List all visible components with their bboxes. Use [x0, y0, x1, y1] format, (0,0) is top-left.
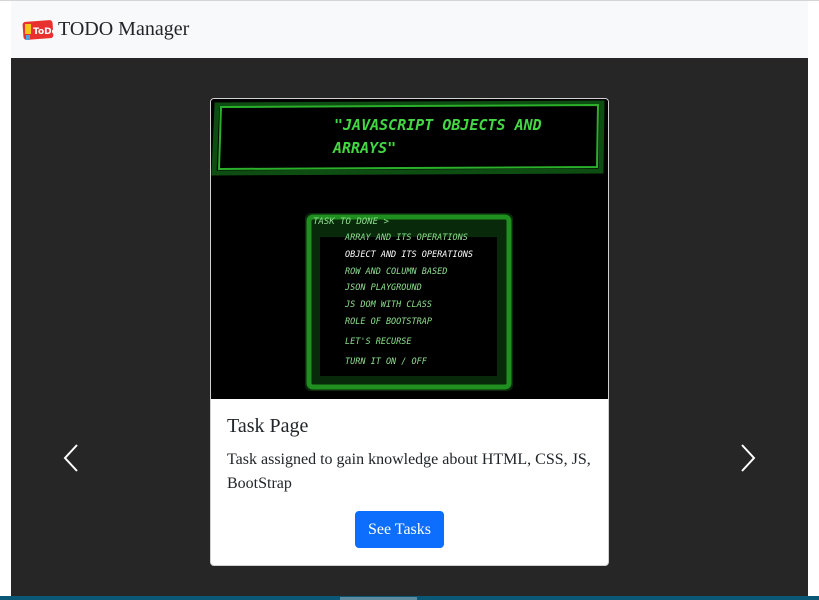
- carousel: "JAVASCRIPT OBJECTS AND ARRAYS" TASK TO …: [11, 58, 808, 600]
- image-menu-item: ROLE OF BOOTSTRAP: [345, 317, 432, 327]
- image-heading-line2: ARRAYS": [332, 139, 396, 157]
- card-title: Task Page: [227, 415, 309, 437]
- card-text: Task assigned to gain knowledge about HT…: [227, 451, 591, 492]
- task-card: "JAVASCRIPT OBJECTS AND ARRAYS" TASK TO …: [210, 98, 609, 566]
- navbar-brand[interactable]: ToDo TODO Manager: [22, 18, 189, 42]
- brand-title: TODO Manager: [58, 18, 190, 40]
- image-heading-line1: "JAVASCRIPT OBJECTS AND: [334, 116, 542, 134]
- chevron-left-icon[interactable]: [56, 440, 86, 476]
- image-menu-item: ARRAY AND ITS OPERATIONS: [344, 233, 468, 243]
- image-menu-item: JS DOM WITH CLASS: [344, 300, 432, 310]
- todo-logo-icon: ToDo: [22, 19, 54, 40]
- logo-text: ToDo: [33, 27, 54, 37]
- image-menu-item: OBJECT AND ITS OPERATIONS: [345, 250, 473, 260]
- chevron-right-icon[interactable]: [733, 440, 763, 476]
- image-menu-item: TURN IT ON / OFF: [345, 357, 428, 367]
- image-menu-title: TASK TO DONE >: [313, 217, 389, 227]
- image-menu-item: LET'S RECURSE: [345, 337, 412, 347]
- card-image: "JAVASCRIPT OBJECTS AND ARRAYS" TASK TO …: [211, 99, 608, 399]
- navbar: ToDo TODO Manager: [11, 1, 808, 58]
- see-tasks-button[interactable]: See Tasks: [355, 511, 444, 548]
- image-menu-item: JSON PLAYGROUND: [344, 283, 422, 293]
- image-menu-item: ROW AND COLUMN BASED: [345, 267, 447, 277]
